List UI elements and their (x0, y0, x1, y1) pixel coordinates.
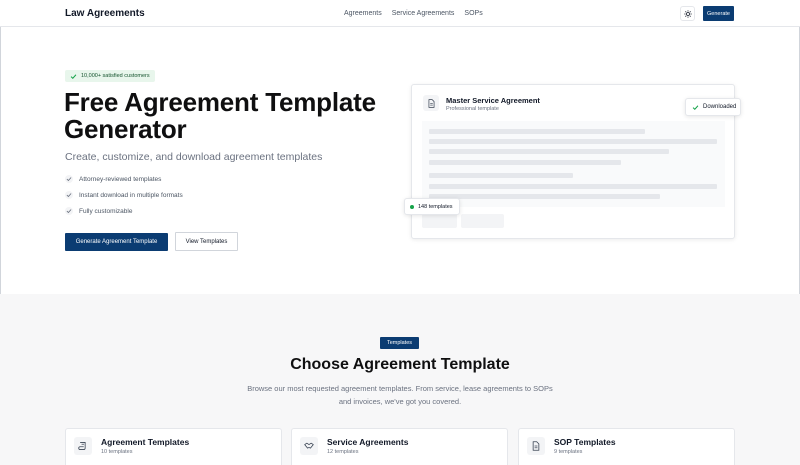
check-icon (65, 191, 73, 199)
downloaded-toast: Downloaded (685, 98, 741, 116)
skeleton-line (429, 184, 717, 189)
theme-toggle-button[interactable] (680, 6, 695, 21)
sun-icon (683, 9, 692, 18)
section-badge: Templates (380, 337, 419, 349)
check-icon (692, 104, 699, 110)
main-nav: Agreements Service Agreements SOPs (344, 10, 483, 17)
preview-content-skeleton (422, 121, 725, 207)
card-title: Service Agreements (327, 437, 409, 447)
document-icon (423, 95, 439, 111)
customers-badge: 10,000+ satisfied customers (65, 70, 155, 82)
feature-label: Fully customizable (79, 207, 133, 215)
section-description: Browse our most requested agreement temp… (247, 384, 553, 406)
templates-count-label: 148 templates (418, 203, 453, 210)
skeleton-button (461, 214, 504, 228)
top-navbar: Law Agreements Agreements Service Agreem… (0, 0, 800, 27)
skeleton-line (429, 160, 621, 165)
skeleton-line (429, 173, 573, 178)
check-icon (65, 175, 73, 183)
template-category-card[interactable]: Service Agreements 12 templates (291, 428, 508, 465)
document-icon (527, 437, 545, 455)
generate-agreement-button[interactable]: Generate Agreement Template (65, 233, 168, 251)
feature-item: Attorney-reviewed templates (65, 175, 183, 183)
template-category-card[interactable]: SOP Templates 9 templates (518, 428, 735, 465)
card-count: 9 templates (554, 449, 583, 455)
section-title: Choose Agreement Template (290, 356, 510, 373)
preview-subtitle: Professional template (446, 106, 499, 112)
downloaded-label: Downloaded (703, 104, 737, 110)
card-count: 12 templates (327, 449, 359, 455)
skeleton-button (422, 214, 457, 228)
feature-item: Fully customizable (65, 207, 183, 215)
customers-badge-label: 10,000+ satisfied customers (81, 73, 150, 79)
feature-list: Attorney-reviewed templates Instant down… (65, 175, 183, 215)
feature-label: Instant download in multiple formats (79, 191, 183, 199)
skeleton-line (429, 129, 645, 134)
card-title: SOP Templates (554, 437, 616, 447)
nav-agreements[interactable]: Agreements (344, 10, 382, 17)
check-icon (65, 207, 73, 215)
hero-subtitle: Create, customize, and download agreemen… (65, 151, 323, 163)
feature-item: Instant download in multiple formats (65, 191, 183, 199)
nav-service-agreements[interactable]: Service Agreements (392, 10, 455, 17)
view-templates-button[interactable]: View Templates (175, 232, 238, 251)
hero-title: Free Agreement Template Generator (64, 87, 376, 144)
header-generate-button[interactable]: Generate (703, 6, 734, 21)
card-count: 10 templates (101, 449, 133, 455)
card-title: Agreement Templates (101, 437, 190, 447)
skeleton-line (429, 149, 669, 154)
handshake-icon (300, 437, 318, 455)
template-category-card[interactable]: Agreement Templates 10 templates (65, 428, 282, 465)
brand-logo[interactable]: Law Agreements (65, 8, 145, 19)
preview-title: Master Service Agreement (446, 96, 540, 105)
check-icon (70, 73, 77, 79)
status-dot-icon (410, 204, 414, 209)
skeleton-line (429, 194, 660, 199)
feature-label: Attorney-reviewed templates (79, 175, 162, 183)
templates-count-badge: 148 templates (404, 198, 460, 215)
skeleton-line (429, 139, 717, 144)
nav-sops[interactable]: SOPs (464, 10, 482, 17)
scroll-icon (74, 437, 92, 455)
